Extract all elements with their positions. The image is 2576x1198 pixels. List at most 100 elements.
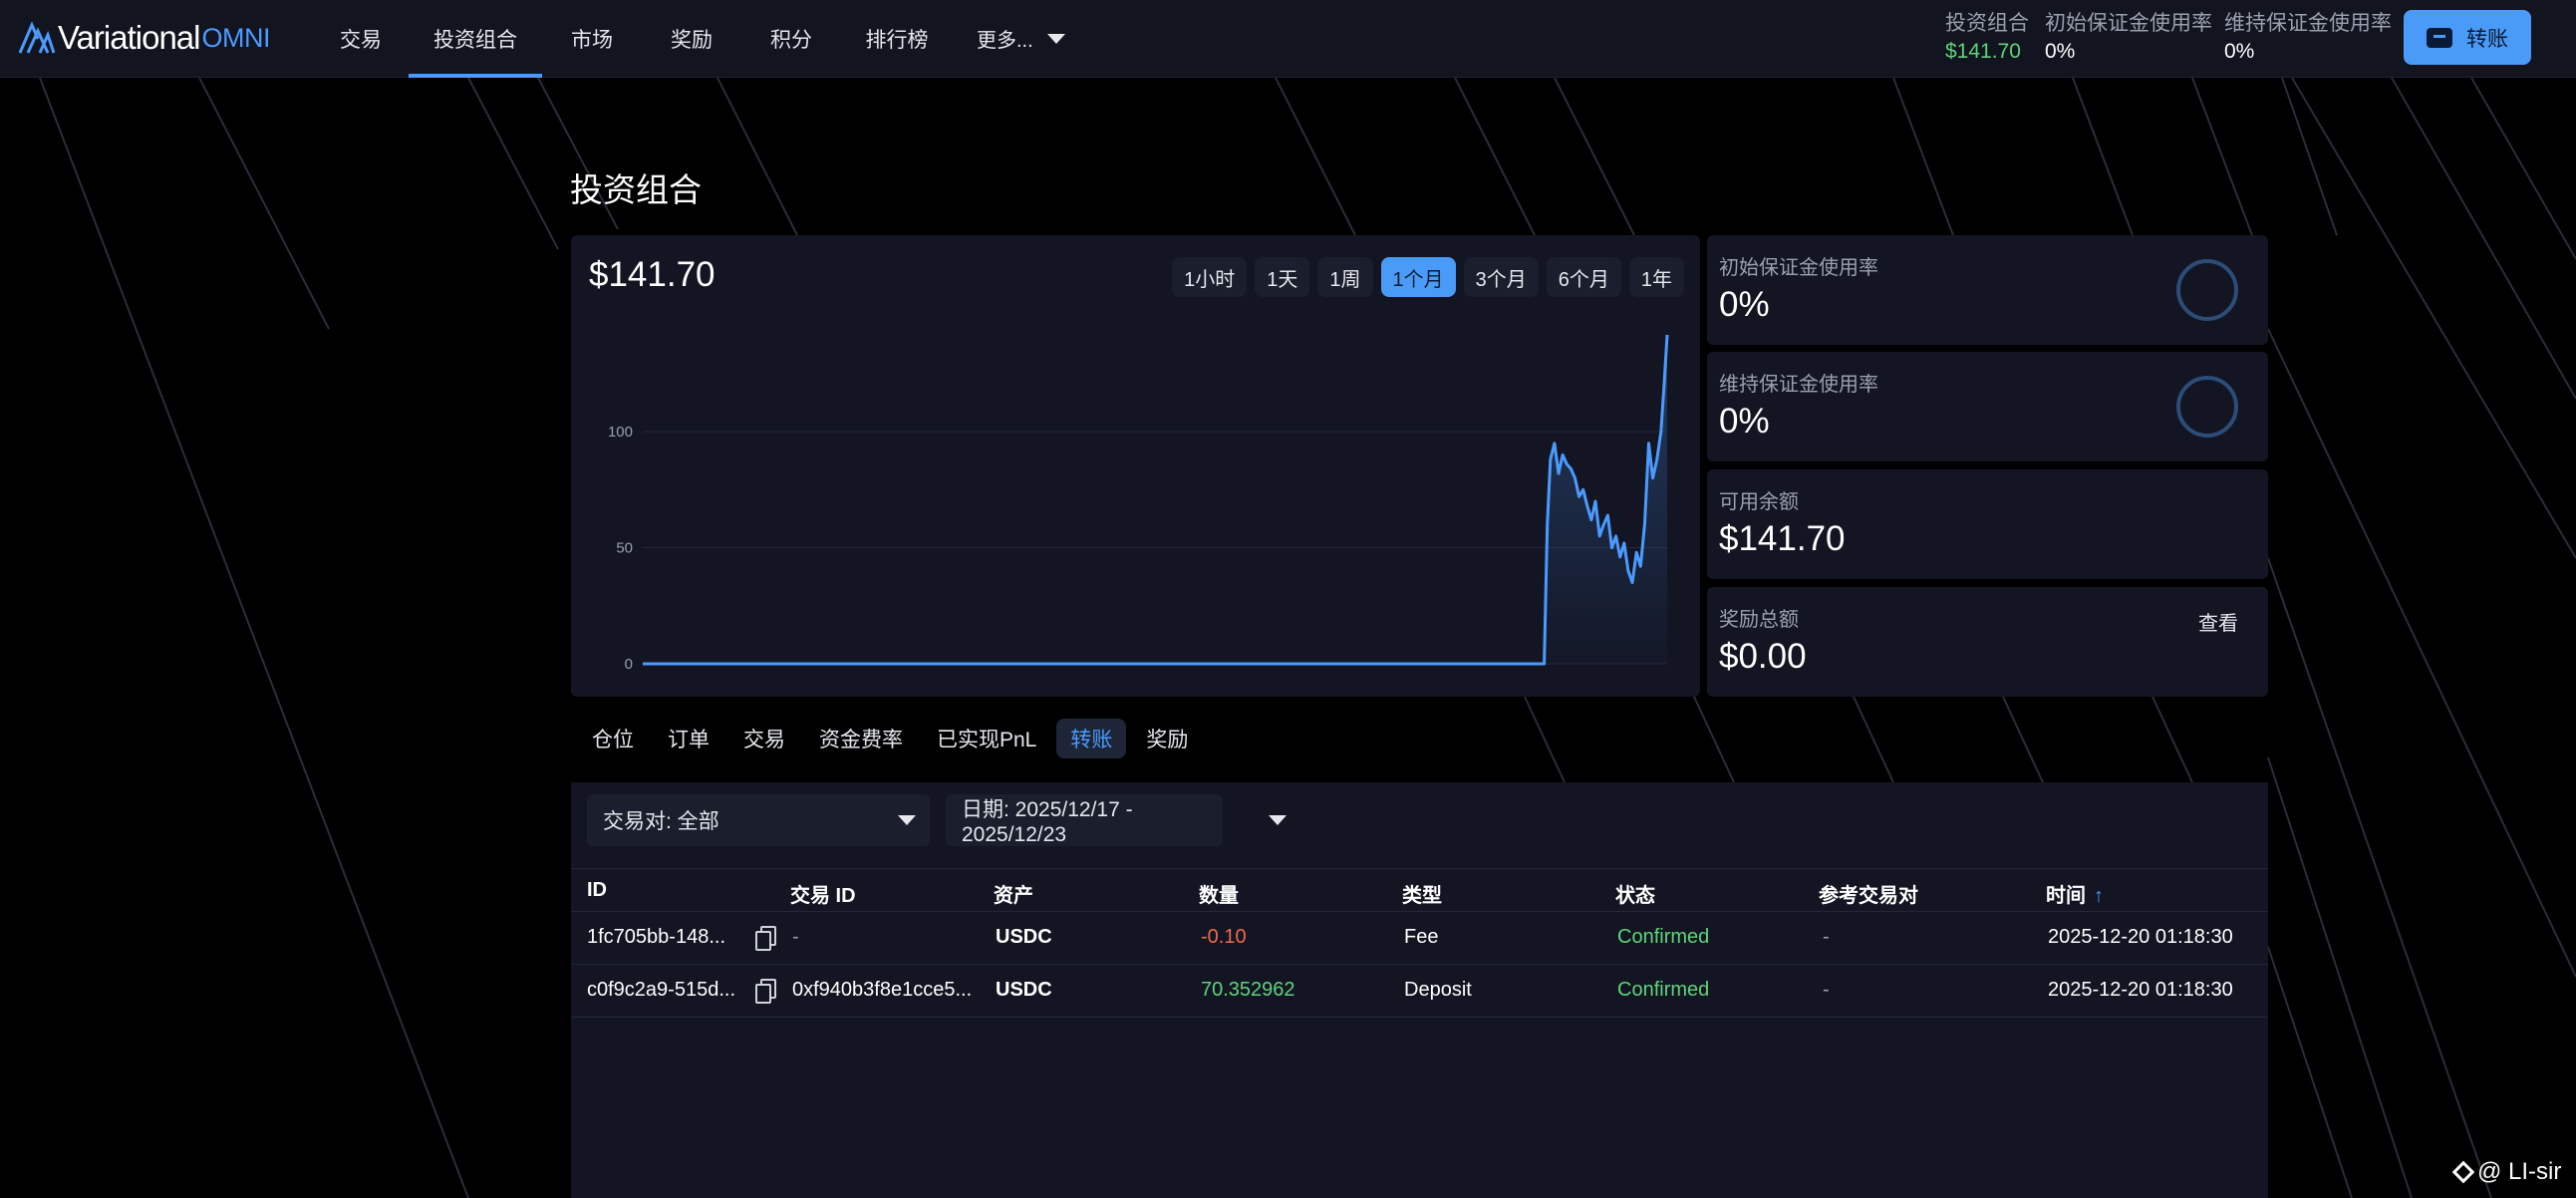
- initial-margin-card-label: 初始保证金使用率: [1719, 257, 1878, 279]
- header-initial-margin-stat: 初始保证金使用率 0%: [2045, 10, 2212, 66]
- cell-type: Deposit: [1404, 979, 1472, 1001]
- rewards-total-label: 奖励总额: [1719, 609, 1799, 631]
- nav-item-points[interactable]: 积分: [741, 0, 841, 78]
- pair-filter-label: 交易对: 全部: [603, 810, 719, 833]
- header-portfolio-value: $141.70: [1945, 40, 2021, 63]
- logo-icon: [18, 21, 56, 54]
- watermark: @ LI-sir: [2451, 1158, 2562, 1186]
- top-nav-bar: Variational OMNI 交易 投资组合 市场 奖励 积分 排行榜 更多…: [0, 0, 2576, 78]
- copy-icon[interactable]: [754, 979, 776, 1004]
- main-nav: 交易 投资组合 市场 奖励 积分 排行榜: [313, 0, 953, 78]
- header-portfolio-stat: 投资组合 $141.70: [1945, 10, 2029, 66]
- tab-realized-pnl[interactable]: 已实现PnL: [923, 719, 1050, 758]
- col-time-label: 时间: [2046, 885, 2086, 907]
- sort-arrow-up-icon: ↑: [2094, 885, 2104, 907]
- copy-icon[interactable]: [754, 926, 776, 951]
- range-1m[interactable]: 1个月: [1380, 257, 1456, 297]
- range-1y[interactable]: 1年: [1628, 257, 1684, 297]
- header-portfolio-label: 投资组合: [1945, 12, 2029, 35]
- nav-item-leaderboard[interactable]: 排行榜: [841, 0, 953, 78]
- nav-item-trade[interactable]: 交易: [313, 0, 409, 78]
- pair-filter-dropdown[interactable]: 交易对: 全部: [587, 794, 930, 846]
- initial-margin-card: 初始保证金使用率 0%: [1707, 235, 2268, 345]
- maintenance-margin-gauge: [2176, 376, 2238, 438]
- page-title: 投资组合: [570, 171, 702, 208]
- tab-positions[interactable]: 仓位: [578, 719, 648, 758]
- maintenance-margin-card: 维持保证金使用率 0%: [1707, 352, 2268, 461]
- maintenance-margin-card-label: 维持保证金使用率: [1719, 374, 1878, 396]
- col-asset[interactable]: 资产: [994, 879, 1033, 908]
- rewards-total-card: 奖励总额 $0.00 查看: [1707, 587, 2268, 697]
- transfer-button[interactable]: 转账: [2404, 10, 2531, 65]
- table-row[interactable]: c0f9c2a9-515d... 0xf940b3f8e1cce5... USD…: [571, 965, 2268, 1018]
- col-type[interactable]: 类型: [1402, 879, 1442, 908]
- range-1w[interactable]: 1周: [1317, 257, 1373, 297]
- range-1d[interactable]: 1天: [1255, 257, 1310, 297]
- header-initial-margin-label: 初始保证金使用率: [2045, 12, 2212, 35]
- nav-item-rewards[interactable]: 奖励: [642, 0, 741, 78]
- tab-funding[interactable]: 资金费率: [805, 719, 917, 758]
- nav-item-markets[interactable]: 市场: [542, 0, 642, 78]
- available-balance-card: 可用余额 $141.70: [1707, 469, 2268, 579]
- cell-status: Confirmed: [1617, 979, 1710, 1001]
- transfers-table-panel: 交易对: 全部 日期: 2025/12/17 - 2025/12/23 ID 交…: [571, 782, 2268, 1198]
- rewards-view-button[interactable]: 查看: [2198, 607, 2238, 636]
- cell-asset: USDC: [996, 979, 1052, 1001]
- cell-type: Fee: [1404, 926, 1439, 948]
- tab-orders[interactable]: 订单: [654, 719, 723, 758]
- cell-amount: -0.10: [1201, 926, 1247, 948]
- wallet-icon: [2427, 27, 2452, 48]
- cell-asset: USDC: [996, 926, 1052, 948]
- date-chevron-down-icon[interactable]: [1269, 815, 1287, 825]
- col-id[interactable]: ID: [587, 879, 607, 902]
- table-header: ID 交易 ID 资产 数量 类型 状态 参考交易对 时间 ↑: [571, 868, 2268, 912]
- logo[interactable]: Variational OMNI: [18, 18, 270, 58]
- cell-amount: 70.352962: [1201, 979, 1295, 1001]
- cell-time: 2025-12-20 01:18:30: [2048, 926, 2233, 948]
- cell-time: 2025-12-20 01:18:30: [2048, 979, 2233, 1001]
- nav-item-portfolio[interactable]: 投资组合: [409, 0, 542, 78]
- date-filter-dropdown[interactable]: 日期: 2025/12/17 - 2025/12/23: [946, 794, 1223, 846]
- cell-id: c0f9c2a9-515d...: [587, 979, 735, 1001]
- cell-tx-id[interactable]: 0xf940b3f8e1cce5...: [792, 979, 972, 1002]
- nav-more-dropdown[interactable]: 更多...: [977, 24, 1065, 53]
- range-3m[interactable]: 3个月: [1463, 257, 1539, 297]
- logo-omni: OMNI: [201, 22, 270, 53]
- initial-margin-card-value: 0%: [1719, 285, 1770, 324]
- cell-id: 1fc705bb-148...: [587, 926, 725, 948]
- range-1h[interactable]: 1小时: [1172, 257, 1248, 297]
- col-status[interactable]: 状态: [1615, 879, 1655, 908]
- table-row[interactable]: 1fc705bb-148... - USDC -0.10 Fee Confirm…: [571, 912, 2268, 965]
- col-amount[interactable]: 数量: [1199, 879, 1239, 908]
- series-line[interactable]: [643, 334, 1669, 666]
- col-ref-pair[interactable]: 参考交易对: [1819, 879, 1918, 908]
- col-time[interactable]: 时间 ↑: [2046, 879, 2104, 908]
- y-tick-label: 0: [625, 656, 633, 673]
- range-6m[interactable]: 6个月: [1546, 257, 1621, 297]
- transfer-button-label: 转账: [2466, 27, 2508, 51]
- cell-ref-pair: -: [1823, 979, 1830, 1001]
- header-maintenance-margin-stat: 维持保证金使用率 0%: [2224, 10, 2392, 66]
- portfolio-chart-panel: 0 50 100 $141.70 1小时 1天 1周 1个月 3个月 6个月 1年: [571, 235, 1700, 697]
- time-range-selector: 1小时 1天 1周 1个月 3个月 6个月 1年: [1172, 257, 1684, 297]
- date-filter-label: 日期: 2025/12/17 - 2025/12/23: [962, 798, 1133, 846]
- cell-tx-id: -: [792, 926, 799, 948]
- initial-margin-gauge: [2176, 259, 2238, 321]
- tab-transfers[interactable]: 转账: [1056, 719, 1127, 758]
- diamond-icon: [2451, 1160, 2475, 1184]
- y-tick-label: 50: [616, 540, 633, 557]
- col-tx-id[interactable]: 交易 ID: [790, 879, 856, 908]
- y-tick-label: 100: [608, 424, 633, 441]
- rewards-total-value: $0.00: [1719, 637, 1807, 676]
- portfolio-value: $141.70: [589, 255, 716, 294]
- watermark-text: @ LI-sir: [2477, 1158, 2562, 1185]
- cell-ref-pair: -: [1823, 926, 1830, 948]
- portfolio-tabs: 仓位 订单 交易 资金费率 已实现PnL 转账 奖励: [578, 719, 1208, 758]
- tab-rewards[interactable]: 奖励: [1132, 719, 1202, 758]
- available-balance-value: $141.70: [1719, 519, 1846, 558]
- logo-wordmark: Variational: [58, 19, 200, 56]
- chevron-down-icon: [1046, 33, 1065, 44]
- header-maintenance-margin-label: 维持保证金使用率: [2224, 12, 2392, 35]
- tab-trades[interactable]: 交易: [729, 719, 799, 758]
- portfolio-chart: 0 50 100: [608, 334, 1669, 673]
